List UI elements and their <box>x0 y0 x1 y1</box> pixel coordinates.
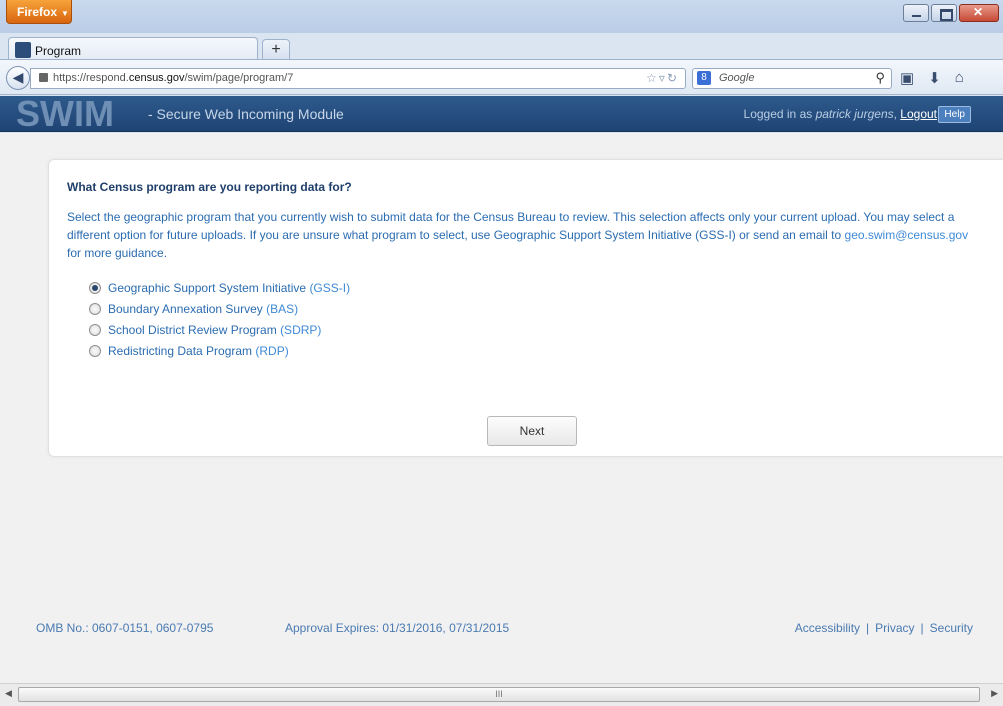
firefox-menu-button[interactable]: Firefox ▼ <box>6 0 72 24</box>
firefox-menu-label: Firefox <box>17 5 58 19</box>
horizontal-scrollbar[interactable]: ◀ III ▶ <box>0 683 1003 706</box>
approval-expiry: Approval Expires: 01/31/2016, 07/31/2015 <box>285 621 510 635</box>
footer-separator: | <box>920 621 924 635</box>
search-icon[interactable]: ⚲ <box>875 70 885 86</box>
url-domain: census.gov <box>128 72 185 84</box>
page-footer: OMB No.: 0607-0151, 0607-0795 Approval E… <box>0 617 1003 637</box>
help-button[interactable]: Help <box>938 106 971 123</box>
maximize-icon[interactable] <box>931 4 957 22</box>
option-label: Geographic Support System Initiative <box>108 281 310 295</box>
option-abbr: (RDP) <box>255 344 289 358</box>
tab-title: Program <box>35 44 82 58</box>
dropdown-arrow-icon[interactable]: ▿ <box>659 71 667 85</box>
user-name: patrick jurgens <box>815 107 894 121</box>
omb-number: OMB No.: 0607-0151, 0607-0795 <box>36 621 214 635</box>
option-label: Boundary Annexation Survey <box>108 302 267 316</box>
search-placeholder: Google <box>719 72 755 84</box>
option-bas[interactable]: Boundary Annexation Survey (BAS) <box>89 299 350 319</box>
next-button[interactable]: Next <box>487 416 577 446</box>
close-icon[interactable] <box>959 4 999 22</box>
option-abbr: (SDRP) <box>280 323 322 337</box>
lock-icon <box>39 73 48 82</box>
app-subtitle: - Secure Web Incoming Module <box>148 106 344 122</box>
chevron-down-icon: ▼ <box>61 9 69 18</box>
logout-link[interactable]: Logout <box>900 107 937 121</box>
program-options: Geographic Support System Initiative (GS… <box>89 278 350 362</box>
page-content: What Census program are you reporting da… <box>0 133 1003 683</box>
privacy-link[interactable]: Privacy <box>875 621 914 635</box>
toolbar-icons: ▣ ⬇ ⌂ <box>900 69 964 87</box>
download-icon[interactable]: ⬇ <box>928 69 941 87</box>
logged-in-label: Logged in as <box>743 107 816 121</box>
option-label: School District Review Program <box>108 323 281 337</box>
instructions-part-2: for more guidance. <box>67 246 168 260</box>
accessibility-link[interactable]: Accessibility <box>795 621 860 635</box>
new-tab-button[interactable]: + <box>262 39 290 61</box>
url-prefix: https://respond. <box>53 72 129 84</box>
window-titlebar: Firefox ▼ <box>0 0 1003 33</box>
footer-links: Accessibility | Privacy | Security <box>795 621 973 635</box>
url-path: /swim/page/program/7 <box>184 72 294 84</box>
security-link[interactable]: Security <box>930 621 973 635</box>
radio-gss-i[interactable] <box>89 282 101 294</box>
back-icon[interactable]: ◀ <box>6 66 30 90</box>
scroll-left-icon[interactable]: ◀ <box>5 688 12 699</box>
url-bar-icons: ☆▿↻ <box>646 71 679 85</box>
option-label: Redistricting Data Program <box>108 344 256 358</box>
window-controls <box>903 4 999 22</box>
app-header: SWIM - Secure Web Incoming Module Logged… <box>0 93 1003 134</box>
option-rdp[interactable]: Redistricting Data Program (RDP) <box>89 341 350 361</box>
scrollbar-thumb[interactable]: III <box>18 687 980 702</box>
tab-program[interactable]: Program <box>8 37 258 61</box>
minimize-icon[interactable] <box>903 4 929 22</box>
footer-separator: | <box>866 621 870 635</box>
swim-logo: SWIM <box>16 93 114 134</box>
instructions-part-1: Select the geographic program that you c… <box>67 210 955 242</box>
scroll-right-icon[interactable]: ▶ <box>991 688 998 699</box>
star-icon[interactable]: ☆ <box>646 71 659 85</box>
census-favicon-icon <box>15 42 31 58</box>
option-gss-i[interactable]: Geographic Support System Initiative (GS… <box>89 278 350 298</box>
page-title: What Census program are you reporting da… <box>67 180 352 194</box>
reload-icon[interactable]: ↻ <box>667 71 679 85</box>
navigation-toolbar: ◀ https://respond.census.gov/swim/page/p… <box>0 59 1003 95</box>
instructions-text: Select the geographic program that you c… <box>67 208 985 262</box>
option-abbr: (GSS-I) <box>309 281 351 295</box>
option-abbr: (BAS) <box>266 302 299 316</box>
program-selection-panel: What Census program are you reporting da… <box>48 159 1003 457</box>
home-icon[interactable]: ⌂ <box>955 69 964 87</box>
url-bar[interactable]: https://respond.census.gov/swim/page/pro… <box>30 68 686 89</box>
tab-strip: Program + <box>0 33 1003 61</box>
bookmarks-icon[interactable]: ▣ <box>900 69 914 87</box>
search-engine-icon[interactable]: 8 <box>697 71 711 85</box>
email-link[interactable]: geo.swim@census.gov <box>845 228 969 242</box>
radio-bas[interactable] <box>89 303 101 315</box>
option-sdrp[interactable]: School District Review Program (SDRP) <box>89 320 350 340</box>
radio-sdrp[interactable] <box>89 324 101 336</box>
search-input[interactable]: 8 Google ⚲ <box>692 68 892 89</box>
radio-rdp[interactable] <box>89 345 101 357</box>
login-status: Logged in as patrick jurgens, Logout <box>743 107 937 121</box>
